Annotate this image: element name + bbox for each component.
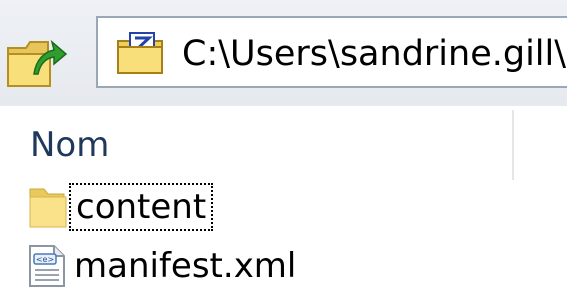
column-header-name[interactable]: Nom: [30, 124, 109, 166]
zip-folder-icon: [116, 31, 164, 75]
address-path: C:\Users\sandrine.gill\: [182, 34, 567, 74]
address-bar[interactable]: C:\Users\sandrine.gill\: [96, 16, 567, 88]
xml-file-icon: <e>: [24, 244, 70, 288]
column-divider[interactable]: [512, 110, 514, 180]
list-item[interactable]: <e> manifest.xml: [0, 242, 567, 291]
file-explorer-window: C:\Users\sandrine.gill\ Nom content <e>: [0, 0, 567, 291]
svg-text:<e>: <e>: [36, 255, 54, 264]
file-name: content: [68, 183, 214, 231]
up-folder-icon: [7, 39, 68, 87]
folder-icon: [24, 185, 70, 229]
up-folder-button[interactable]: [4, 30, 74, 90]
file-name: manifest.xml: [74, 246, 297, 286]
list-item[interactable]: content: [0, 183, 567, 233]
navigation-bar: C:\Users\sandrine.gill\: [0, 0, 567, 106]
